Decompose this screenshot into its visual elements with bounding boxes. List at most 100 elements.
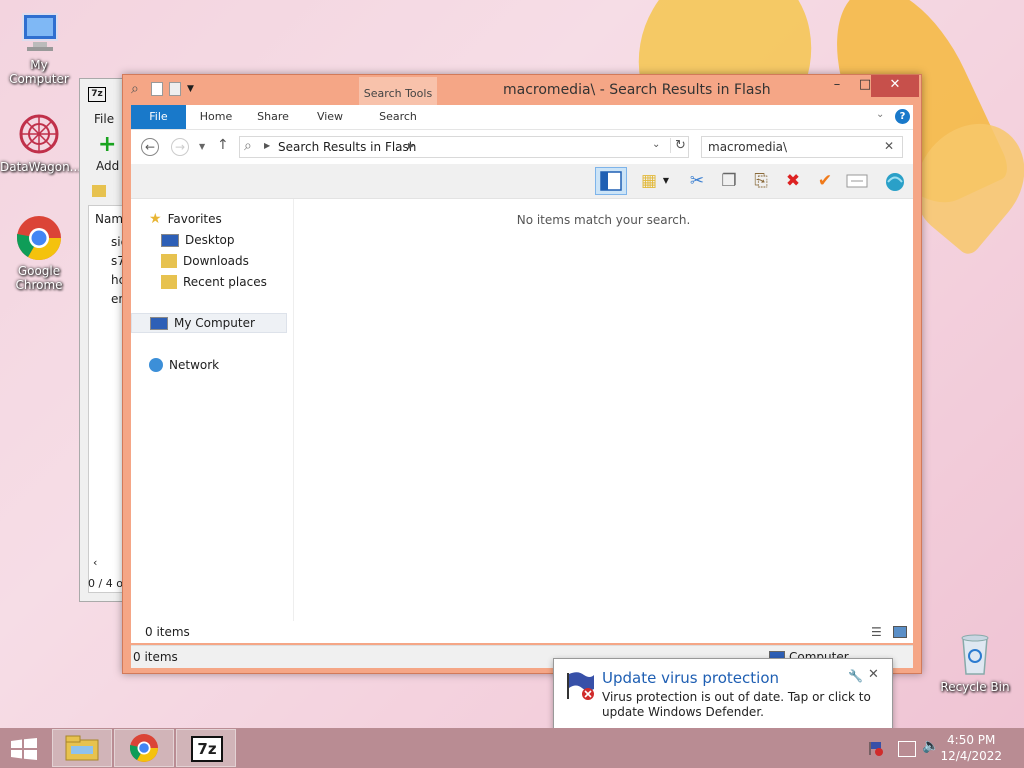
nav-recent-places[interactable]: Recent places [161, 272, 267, 292]
title-bar[interactable]: ⌕ ▼ Search Tools macromedia\ - Search Re… [123, 75, 921, 127]
status-bar: 0 items ☰ [131, 621, 913, 643]
windows-logo-icon [11, 738, 37, 760]
recent-locations-icon[interactable]: ▼ [199, 142, 205, 151]
network-icon [149, 358, 163, 372]
nav-my-computer[interactable]: My Computer [131, 313, 287, 333]
navigation-pane: ★ Favorites Desktop Downloads Recent pla… [131, 199, 294, 639]
toolbar-chevron-down-icon[interactable]: ▼ [661, 170, 671, 192]
search-input-value: macromedia\ [708, 140, 788, 154]
7zip-taskbar-icon: 7z [191, 736, 223, 762]
search-input[interactable]: macromedia\ ✕ [701, 136, 903, 158]
search-icon[interactable]: ⌕ [131, 81, 145, 97]
desktop-icon-label: DataWagon... [0, 160, 82, 174]
options-globe-icon[interactable] [883, 170, 907, 192]
back-button[interactable]: ← [141, 138, 159, 156]
7zip-logo-icon: 7z [88, 87, 106, 102]
add-plus-icon: + [98, 132, 117, 157]
defender-notification[interactable]: Update virus protection 🔧 ✕ Virus protec… [553, 658, 893, 732]
desktop-icon-my-computer[interactable]: My Computer [0, 8, 78, 86]
cut-icon[interactable]: ✂ [685, 170, 709, 192]
nav-favorites[interactable]: ★ Favorites [149, 209, 222, 229]
notification-close-icon[interactable]: ✕ [868, 667, 879, 682]
tab-search[interactable]: Search [359, 105, 437, 129]
defender-flag-icon [564, 669, 596, 701]
star-icon: ★ [149, 211, 162, 227]
results-area[interactable]: No items match your search. [294, 199, 913, 639]
properties-button-icon[interactable] [845, 170, 869, 192]
desktop-icon-google-chrome[interactable]: Google Chrome [0, 214, 78, 292]
desktop-icon-recycle-bin[interactable]: Recycle Bin [936, 630, 1014, 694]
volume-tray-icon[interactable]: 🔈 [922, 738, 939, 754]
preview-pane-button[interactable] [595, 167, 627, 195]
datawagon-icon [15, 110, 63, 158]
search-location-icon: ⌕ [244, 138, 252, 154]
system-clock[interactable]: 4:50 PM 12/4/2022 [940, 732, 1002, 764]
start-button[interactable] [10, 738, 38, 760]
minimize-button[interactable]: – [823, 75, 851, 97]
large-icons-view-icon[interactable] [893, 626, 907, 638]
quick-access-toolbar: ⌕ ▼ [131, 81, 201, 97]
close-button[interactable]: ✕ [871, 75, 919, 97]
nav-label: Recent places [183, 275, 267, 289]
notification-title: Update virus protection [602, 669, 780, 687]
computer-icon [15, 8, 63, 56]
tab-share[interactable]: Share [248, 105, 298, 129]
clock-date: 12/4/2022 [940, 749, 1002, 763]
bg-add-button[interactable]: Add [96, 159, 119, 173]
nav-label: My Computer [174, 316, 255, 330]
bg-file-menu[interactable]: File [94, 112, 114, 126]
nav-network[interactable]: Network [149, 355, 219, 375]
chevron-down-icon[interactable]: ▼ [187, 81, 201, 97]
breadcrumb-separator-icon: ▶ [264, 141, 271, 150]
chrome-taskbar-icon [130, 734, 158, 762]
explorer-window[interactable]: ⌕ ▼ Search Tools macromedia\ - Search Re… [122, 74, 922, 674]
bg-status: 0 / 4 o [88, 577, 123, 590]
delete-icon[interactable]: ✖ [781, 170, 805, 192]
forward-button[interactable]: → [171, 138, 189, 156]
copy-icon[interactable]: ❐ [717, 170, 741, 192]
notification-settings-icon[interactable]: 🔧 [848, 669, 863, 683]
address-bar-row: ← → ▼ ↑ ⌕ ▶ Search Results in Flash ▶ ⌄ … [131, 130, 913, 164]
window-title: macromedia\ - Search Results in Flash [503, 82, 771, 98]
new-folder-icon[interactable] [169, 82, 181, 96]
desktop-icon-datawagon[interactable]: DataWagon... [0, 110, 82, 174]
empty-message: No items match your search. [516, 213, 691, 227]
tab-home[interactable]: Home [191, 105, 241, 129]
scroll-left-arrow[interactable]: ‹ [93, 556, 97, 569]
address-dropdown-icon[interactable]: ⌄ [652, 139, 660, 150]
help-icon[interactable]: ? [895, 109, 910, 124]
select-folder-icon[interactable]: ▦ [637, 170, 661, 192]
ribbon-tabs: File Home Share View Search ⌄ ? [131, 105, 913, 130]
tab-view[interactable]: View [305, 105, 355, 129]
rename-check-icon[interactable]: ✔ [813, 170, 837, 192]
desktop-icon-label: Recycle Bin [940, 680, 1010, 694]
nav-label: Downloads [183, 254, 249, 268]
breadcrumb[interactable]: Search Results in Flash [278, 140, 416, 154]
taskbar-file-explorer[interactable] [52, 729, 112, 767]
up-button[interactable]: ↑ [217, 137, 229, 153]
address-bar[interactable]: ⌕ ▶ Search Results in Flash ▶ ⌄ ↻ [239, 136, 689, 158]
contextual-group-label: Search Tools [363, 87, 433, 100]
nav-downloads[interactable]: Downloads [161, 251, 249, 271]
desktop-icon [161, 233, 179, 247]
chrome-icon [15, 214, 63, 262]
details-view-icon[interactable]: ☰ [871, 625, 882, 639]
properties-icon[interactable] [151, 82, 163, 96]
network-tray-icon[interactable] [898, 741, 916, 757]
defender-tray-icon[interactable] [868, 740, 884, 756]
tab-file[interactable]: File [131, 105, 186, 129]
clear-search-icon[interactable]: ✕ [884, 139, 894, 153]
breadcrumb-chevron-icon[interactable]: ▶ [408, 141, 414, 150]
file-explorer-icon [65, 735, 99, 761]
recent-places-icon [161, 275, 177, 289]
notification-message: Virus protection is out of date. Tap or … [602, 690, 871, 719]
taskbar-7zip[interactable]: 7z [176, 729, 236, 767]
paste-icon[interactable]: ⎘ [749, 170, 773, 192]
downloads-folder-icon [161, 254, 177, 268]
taskbar-chrome[interactable] [114, 729, 174, 767]
refresh-icon[interactable]: ↻ [670, 138, 686, 153]
command-toolbar: ▦ ▼ ✂ ❐ ⎘ ✖ ✔ [131, 164, 913, 199]
recycle-bin-icon [951, 630, 999, 678]
nav-desktop[interactable]: Desktop [161, 230, 235, 250]
ribbon-expand-icon[interactable]: ⌄ [876, 109, 884, 120]
